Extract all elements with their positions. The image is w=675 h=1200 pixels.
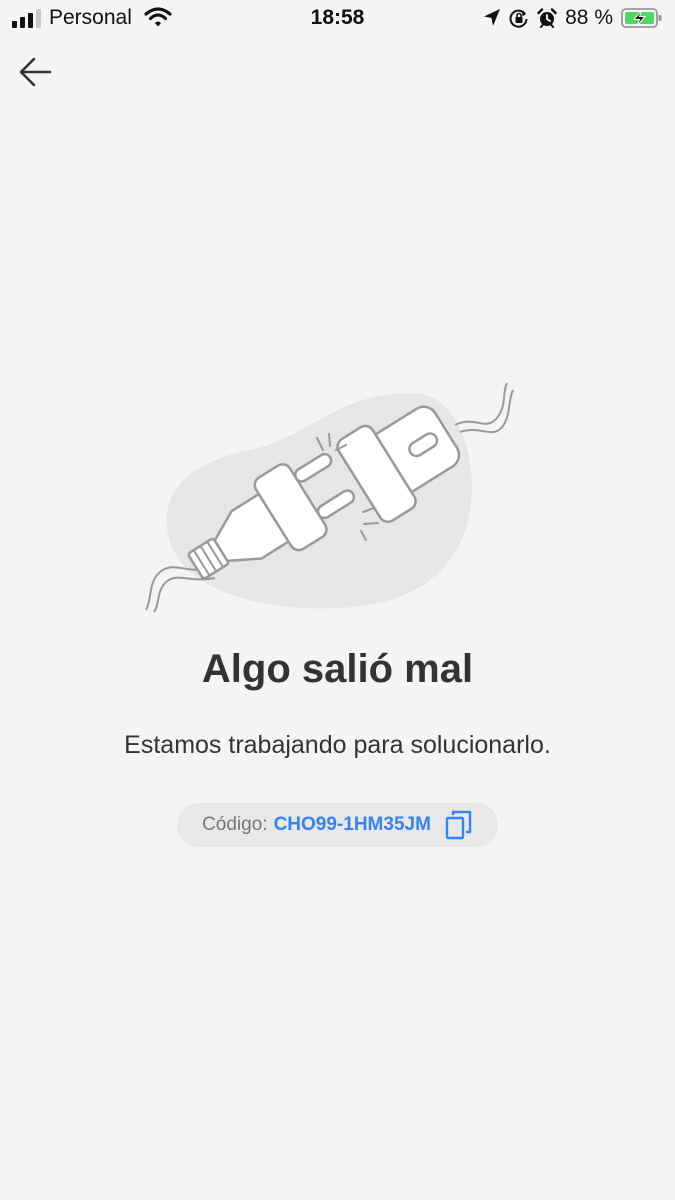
alarm-icon [537,8,557,28]
error-code-value: CHO99-1HM35JM [273,814,431,835]
arrow-left-icon [19,57,52,87]
battery-percent: 88 % [565,6,613,29]
status-right-icons: 88 % [483,6,663,30]
location-icon [484,9,501,26]
unplugged-plug-icon [145,382,514,613]
error-title: Algo salió mal [201,647,474,691]
battery-charging-icon [621,8,662,28]
orientation-lock-icon [509,9,528,28]
back-button[interactable] [14,52,58,92]
status-bar: Personal 18:58 88 % [0,0,675,38]
error-code-copy-button[interactable]: Código: CHO99-1HM35JM [177,803,498,847]
error-code-label: Código: [202,814,268,835]
error-message: Estamos trabajando para solucionarlo. [124,731,551,759]
copy-icon[interactable] [445,810,473,840]
